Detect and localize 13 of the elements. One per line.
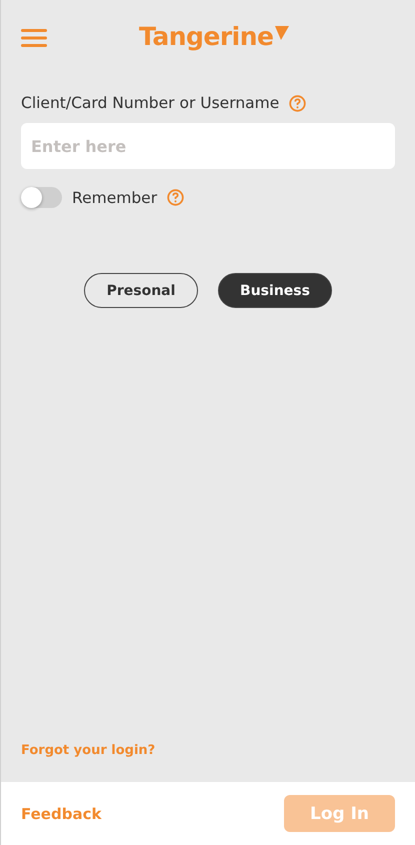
account-type-button[interactable]: Presonal bbox=[84, 273, 198, 308]
help-icon[interactable] bbox=[289, 94, 306, 112]
feedback-link[interactable]: Feedback bbox=[21, 804, 102, 822]
account-type-button[interactable]: Business bbox=[218, 273, 332, 308]
help-icon[interactable] bbox=[167, 189, 184, 206]
menu-icon[interactable] bbox=[21, 29, 47, 47]
remember-toggle[interactable] bbox=[21, 187, 62, 208]
username-field[interactable]: Enter here bbox=[21, 123, 395, 169]
remember-label: Remember bbox=[72, 188, 158, 206]
logo-text: Tangerine bbox=[139, 22, 274, 52]
forgot-login-link[interactable]: Forgot your login? bbox=[21, 743, 395, 758]
field-label: Client/Card Number or Username bbox=[21, 94, 280, 112]
logo-triangle-icon bbox=[274, 26, 289, 40]
